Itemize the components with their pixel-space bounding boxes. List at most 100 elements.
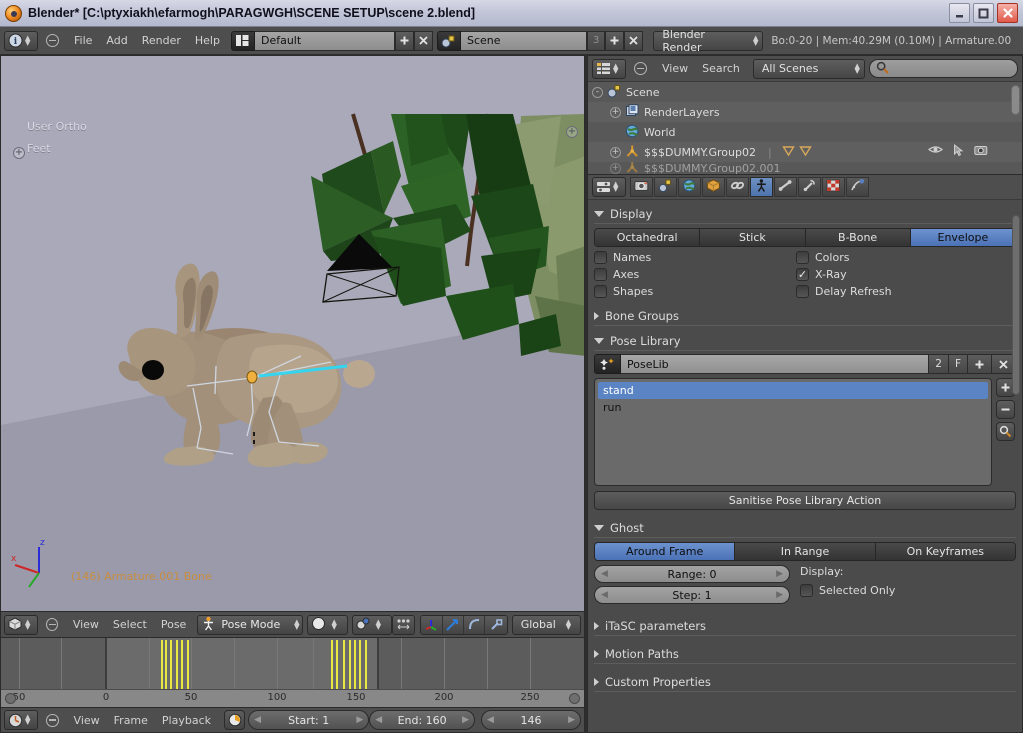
keyframe-marker[interactable]	[187, 640, 189, 689]
menu-add[interactable]: Add	[99, 32, 134, 49]
translate-manipulator-button[interactable]	[421, 615, 443, 634]
outliner-expander-icon[interactable]: +	[610, 146, 621, 158]
outliner-visibility-icon[interactable]	[928, 144, 943, 160]
panel-header-custom-properties[interactable]: Custom Properties	[594, 672, 1016, 692]
menu-render[interactable]: Render	[135, 32, 188, 49]
skeleton-draw-type-octahedral[interactable]: Octahedral	[595, 229, 701, 246]
keyframe-marker[interactable]	[331, 640, 333, 689]
timeline-scroll-handle-right[interactable]	[569, 693, 580, 704]
current-frame-field[interactable]: ◀ 146 ▶	[481, 710, 582, 730]
pose-remove-button[interactable]	[996, 400, 1015, 419]
menu-collapse-toggle-outliner[interactable]	[634, 62, 647, 75]
delete-screen-button[interactable]	[413, 30, 433, 51]
keyframe-marker[interactable]	[354, 640, 356, 689]
keyframe-marker[interactable]	[365, 640, 367, 689]
armature-tab[interactable]	[750, 177, 773, 197]
scale-manipulator-button[interactable]	[463, 615, 486, 634]
pose-list-item[interactable]: run	[598, 399, 988, 416]
checkbox[interactable]	[796, 285, 809, 298]
properties-editor[interactable]: ▲ ▼ Display Octahedral Stick B-Bone Envelope…	[587, 175, 1023, 733]
menu-help[interactable]: Help	[188, 32, 227, 49]
decrement-icon[interactable]: ◀	[601, 569, 608, 579]
outliner-row[interactable]: World	[588, 122, 1022, 142]
keyframe-marker[interactable]	[336, 640, 338, 689]
pose-library-action-name[interactable]: PoseLib	[621, 354, 930, 374]
display-option-shapes[interactable]: Shapes	[594, 285, 796, 298]
manipulator-toggle-group[interactable]	[391, 614, 416, 635]
scene-name[interactable]: Scene	[460, 30, 587, 51]
checkbox[interactable]	[594, 285, 607, 298]
keyframe-marker[interactable]	[181, 640, 183, 689]
display-options[interactable]: Names Colors Axes X-Ray Shapes Delay Refresh	[594, 251, 1016, 298]
screen-layout-name[interactable]: Default	[254, 30, 395, 51]
ghost-type-in-range[interactable]: In Range	[735, 543, 876, 560]
increment-icon[interactable]: ▶	[776, 590, 783, 600]
new-screen-button[interactable]	[394, 30, 414, 51]
close-button[interactable]	[997, 3, 1018, 23]
editor-type-selector-timeline[interactable]: ▲ ▼	[4, 710, 38, 730]
menu-pose[interactable]: Pose	[154, 616, 193, 633]
outliner-row[interactable]: - Scene	[588, 82, 1022, 102]
keyframe-marker[interactable]	[170, 640, 172, 689]
decrement-icon[interactable]: ◀	[601, 590, 608, 600]
minimize-button[interactable]	[949, 3, 970, 23]
pose-list[interactable]: stand run	[594, 378, 992, 486]
editor-type-selector-outliner[interactable]: ▲ ▼	[592, 58, 626, 79]
outliner-tree[interactable]: - Scene + RenderLayers World + $$$DUMMY.Group0…	[588, 82, 1022, 174]
keyframe-marker[interactable]	[161, 640, 163, 689]
outliner-data-icon[interactable]	[781, 145, 795, 160]
outliner-selectability-icon[interactable]	[953, 143, 964, 160]
manipulator-mode-group[interactable]	[420, 614, 508, 635]
pose-list-item[interactable]: stand	[598, 382, 988, 399]
panel-header-display[interactable]: Display	[594, 204, 1016, 224]
maximize-button[interactable]	[973, 3, 994, 23]
outliner-editor[interactable]: ▲ ▼ View Search All Scenes ▲ ▼ - Scene + Rend…	[587, 55, 1023, 175]
ghost-selected-only-checkbox[interactable]	[800, 584, 813, 597]
bone-constraint-tab[interactable]	[798, 177, 821, 197]
toolshelf-expand-icon[interactable]: +	[13, 147, 25, 159]
manipulator-toggle-button[interactable]	[392, 615, 415, 634]
decrement-icon[interactable]: ◀	[254, 715, 261, 725]
outliner-data-icon[interactable]	[798, 145, 812, 160]
world-tab[interactable]	[678, 177, 701, 197]
scene-users-count[interactable]: 3	[586, 30, 606, 51]
display-option-delay-refresh[interactable]: Delay Refresh	[796, 285, 998, 298]
checkbox[interactable]	[594, 251, 607, 264]
increment-icon[interactable]: ▶	[776, 569, 783, 579]
properties-scrollbar[interactable]	[1012, 215, 1020, 395]
decrement-icon[interactable]: ◀	[487, 715, 494, 725]
skeleton-draw-type-stick[interactable]: Stick	[700, 229, 806, 246]
properties-content[interactable]: Display Octahedral Stick B-Bone Envelope Na…	[588, 200, 1022, 732]
skeleton-draw-type-b-bone[interactable]: B-Bone	[805, 229, 911, 246]
outliner-renderability-icon[interactable]	[974, 144, 988, 160]
rotate-manipulator-button[interactable]	[442, 615, 464, 634]
skeleton-draw-type-group[interactable]: Octahedral Stick B-Bone Envelope	[594, 228, 1016, 247]
menu-view[interactable]: View	[66, 616, 106, 633]
keyframe-marker[interactable]	[165, 640, 167, 689]
menu-view-timeline[interactable]: View	[67, 712, 107, 729]
new-scene-button[interactable]	[605, 30, 625, 51]
timeline-scroll-handle-left[interactable]	[5, 693, 16, 704]
pose-library-list-block[interactable]: stand run	[594, 378, 1016, 486]
menu-select[interactable]: Select	[106, 616, 154, 633]
editor-type-selector-properties[interactable]: ▲ ▼	[592, 177, 626, 197]
outliner-expander-icon[interactable]: +	[610, 162, 621, 174]
ghost-type-group[interactable]: Around Frame In Range On Keyframes	[594, 542, 1016, 561]
pose-library-action-block[interactable]: PoseLib 2 F	[594, 354, 1016, 374]
properties-region-expand-icon[interactable]: +	[566, 126, 578, 138]
bone-tab[interactable]	[774, 177, 797, 197]
outliner-row[interactable]: + $$$DUMMY.Group02.001	[588, 162, 1022, 174]
texture-tab[interactable]	[822, 177, 845, 197]
object-tab[interactable]	[702, 177, 725, 197]
menu-search-outliner[interactable]: Search	[695, 60, 747, 77]
ghost-type-on-keyframes[interactable]: On Keyframes	[875, 543, 1015, 560]
outliner-row[interactable]: + $$$DUMMY.Group02 |	[588, 142, 1022, 162]
panel-header-ghost[interactable]: Ghost	[594, 518, 1016, 538]
menu-view-outliner[interactable]: View	[655, 60, 695, 77]
menu-collapse-toggle-3dview[interactable]	[46, 618, 58, 631]
manipulator-extra-button[interactable]	[485, 615, 507, 634]
screen-layout-selector[interactable]: Default	[230, 30, 433, 51]
menu-frame[interactable]: Frame	[107, 712, 155, 729]
viewport-shading-selector[interactable]: ▲ ▼	[307, 614, 348, 635]
end-frame-field[interactable]: ◀ End: 160 ▶	[369, 710, 475, 730]
